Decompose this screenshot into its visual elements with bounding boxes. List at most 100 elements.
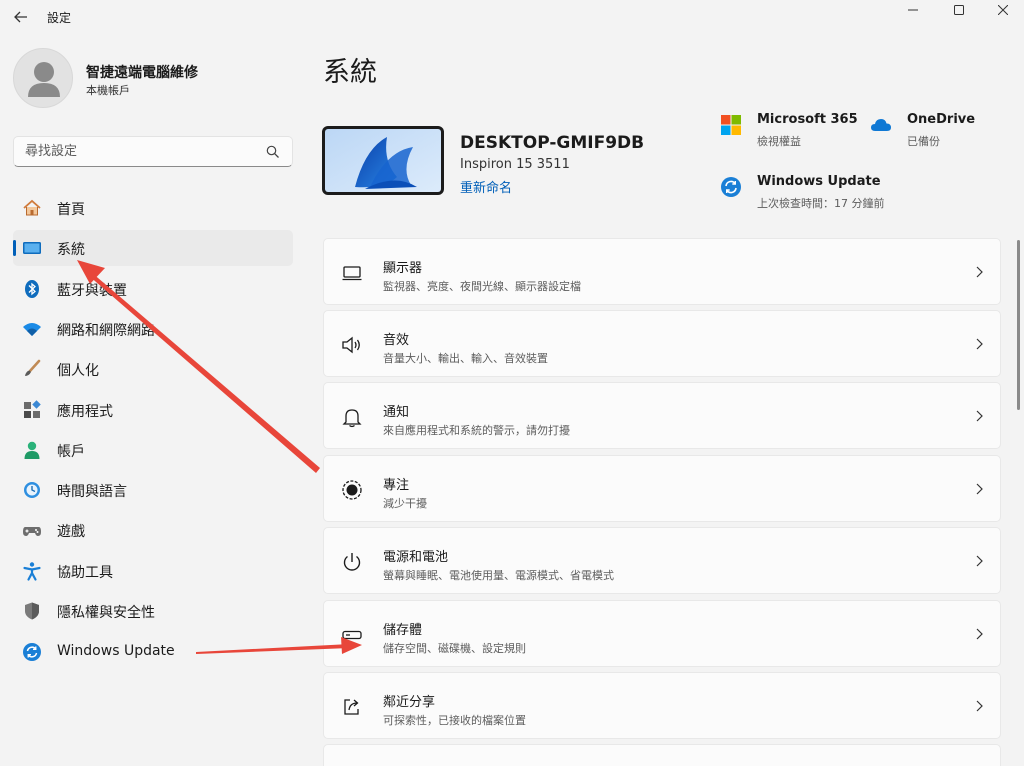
minimize-icon bbox=[908, 9, 918, 11]
settings-card-storage[interactable]: 儲存體 儲存空間、磁碟機、設定規則 bbox=[323, 600, 1001, 667]
sidebar-item-personalization[interactable]: 個人化 bbox=[13, 351, 293, 387]
speaker-icon bbox=[342, 336, 360, 354]
maximize-icon bbox=[954, 5, 964, 15]
windows-update-link[interactable]: Windows Update 上次檢查時間：17 分鐘前 bbox=[720, 174, 920, 214]
display-icon bbox=[342, 266, 362, 281]
quick-link-subtitle: 檢視權益 bbox=[757, 135, 801, 148]
sidebar-item-label: 網路和網際網路 bbox=[57, 323, 155, 339]
card-subtitle: 螢幕與睡眠、電池使用量、電源模式、省電模式 bbox=[383, 569, 614, 582]
card-subtitle: 可探索性，已接收的檔案位置 bbox=[383, 714, 526, 727]
sidebar-item-time-language[interactable]: 時間與語言 bbox=[13, 472, 293, 508]
settings-card-notifications[interactable]: 通知 來自應用程式和系統的警示，請勿打擾 bbox=[323, 382, 1001, 449]
sidebar-item-accessibility[interactable]: 協助工具 bbox=[13, 553, 293, 589]
settings-card-sound[interactable]: 音效 音量大小、輸出、輸入、音效裝置 bbox=[323, 310, 1001, 377]
card-subtitle: 音量大小、輸出、輸入、音效裝置 bbox=[383, 352, 548, 365]
card-subtitle: 來自應用程式和系統的警示，請勿打擾 bbox=[383, 424, 570, 437]
card-subtitle: 監視器、亮度、夜間光線、顯示器設定檔 bbox=[383, 280, 581, 293]
sidebar-item-label: 應用程式 bbox=[57, 404, 113, 420]
sidebar-item-system[interactable]: 系統 bbox=[13, 230, 293, 266]
title-bar: 設定 bbox=[0, 0, 1024, 34]
card-title: 電源和電池 bbox=[383, 550, 449, 565]
sidebar-item-label: 個人化 bbox=[57, 363, 99, 379]
windows-update-icon bbox=[23, 643, 41, 661]
focus-icon bbox=[342, 480, 362, 500]
chevron-right-icon bbox=[976, 338, 983, 350]
search-input[interactable] bbox=[14, 137, 254, 166]
power-icon bbox=[343, 553, 361, 571]
system-icon bbox=[23, 242, 41, 254]
wifi-icon bbox=[23, 323, 41, 336]
scrollbar-thumb[interactable] bbox=[1017, 240, 1020, 410]
app-title: 設定 bbox=[47, 11, 72, 25]
sidebar-item-network[interactable]: 網路和網際網路 bbox=[13, 311, 293, 347]
sidebar-item-label: 隱私權與安全性 bbox=[57, 605, 155, 621]
device-name: DESKTOP-GMIF9DB bbox=[460, 133, 645, 153]
onedrive-link[interactable]: OneDrive 已備份 bbox=[870, 112, 990, 152]
close-button[interactable] bbox=[980, 0, 1024, 20]
chevron-right-icon bbox=[976, 483, 983, 495]
user-name: 智捷遠端電腦維修 bbox=[86, 65, 198, 81]
microsoft-logo-icon bbox=[721, 115, 741, 135]
bluetooth-icon bbox=[25, 280, 39, 298]
minimize-button[interactable] bbox=[890, 0, 936, 20]
sidebar-item-gaming[interactable]: 遊戲 bbox=[13, 512, 293, 548]
sidebar-item-label: 時間與語言 bbox=[57, 484, 127, 500]
shield-icon bbox=[25, 602, 39, 620]
cloud-icon bbox=[871, 119, 891, 131]
sidebar-item-privacy-security[interactable]: 隱私權與安全性 bbox=[13, 593, 293, 629]
chevron-right-icon bbox=[976, 700, 983, 712]
gamepad-icon bbox=[23, 527, 41, 536]
rename-link[interactable]: 重新命名 bbox=[460, 177, 512, 196]
avatar bbox=[13, 48, 73, 108]
quick-link-title: OneDrive bbox=[907, 112, 976, 127]
sidebar-item-label: 首頁 bbox=[57, 202, 85, 218]
device-model: Inspiron 15 3511 bbox=[460, 157, 570, 172]
wallpaper-bloom-icon bbox=[325, 129, 441, 192]
quick-link-title: Windows Update bbox=[757, 174, 881, 189]
apps-icon bbox=[24, 400, 41, 418]
chevron-right-icon bbox=[976, 266, 983, 278]
maximize-button[interactable] bbox=[936, 0, 982, 20]
settings-card-power-battery[interactable]: 電源和電池 螢幕與睡眠、電池使用量、電源模式、省電模式 bbox=[323, 527, 1001, 594]
account-type: 本機帳戶 bbox=[86, 84, 130, 97]
page-title: 系統 bbox=[323, 57, 377, 88]
settings-card-focus[interactable]: 專注 減少干擾 bbox=[323, 455, 1001, 522]
bell-icon bbox=[342, 409, 362, 428]
accessibility-icon bbox=[23, 562, 41, 581]
sidebar-item-home[interactable]: 首頁 bbox=[13, 190, 293, 226]
brush-icon bbox=[25, 359, 41, 376]
sidebar-item-bluetooth[interactable]: 藍牙與裝置 bbox=[13, 271, 293, 307]
quick-link-subtitle: 已備份 bbox=[907, 135, 940, 148]
sidebar-item-apps[interactable]: 應用程式 bbox=[13, 392, 293, 428]
card-title: 顯示器 bbox=[383, 261, 423, 276]
card-title: 儲存體 bbox=[383, 623, 423, 638]
storage-icon bbox=[342, 630, 362, 640]
device-thumbnail bbox=[322, 126, 444, 195]
sidebar-item-label: 藍牙與裝置 bbox=[57, 283, 127, 299]
account-icon bbox=[24, 441, 40, 459]
sidebar-item-accounts[interactable]: 帳戶 bbox=[13, 432, 293, 468]
search-icon[interactable] bbox=[266, 145, 280, 159]
back-button[interactable] bbox=[8, 4, 34, 30]
time-language-icon bbox=[24, 482, 40, 498]
card-title: 音效 bbox=[383, 333, 410, 348]
sidebar-item-label: 遊戲 bbox=[57, 524, 85, 540]
selection-indicator bbox=[13, 240, 16, 256]
sidebar-item-windows-update[interactable]: Windows Update bbox=[13, 634, 293, 670]
microsoft-365-link[interactable]: Microsoft 365 檢視權益 bbox=[720, 112, 860, 152]
chevron-right-icon bbox=[976, 410, 983, 422]
share-icon bbox=[344, 699, 359, 715]
sidebar-item-label: 協助工具 bbox=[57, 565, 113, 581]
arrow-left-icon bbox=[14, 11, 27, 23]
chevron-right-icon bbox=[976, 555, 983, 567]
card-title: 通知 bbox=[383, 405, 410, 420]
sidebar-item-label: 系統 bbox=[57, 242, 85, 258]
user-profile[interactable]: 智捷遠端電腦維修 本機帳戶 bbox=[13, 48, 293, 110]
settings-card-display[interactable]: 顯示器 監視器、亮度、夜間光線、顯示器設定檔 bbox=[323, 238, 1001, 305]
home-icon bbox=[23, 199, 41, 216]
chevron-right-icon bbox=[976, 628, 983, 640]
settings-card-partial[interactable] bbox=[323, 744, 1001, 766]
search-box bbox=[13, 136, 293, 167]
settings-card-nearby-sharing[interactable]: 鄰近分享 可探索性，已接收的檔案位置 bbox=[323, 672, 1001, 739]
windows-update-icon bbox=[721, 177, 741, 197]
